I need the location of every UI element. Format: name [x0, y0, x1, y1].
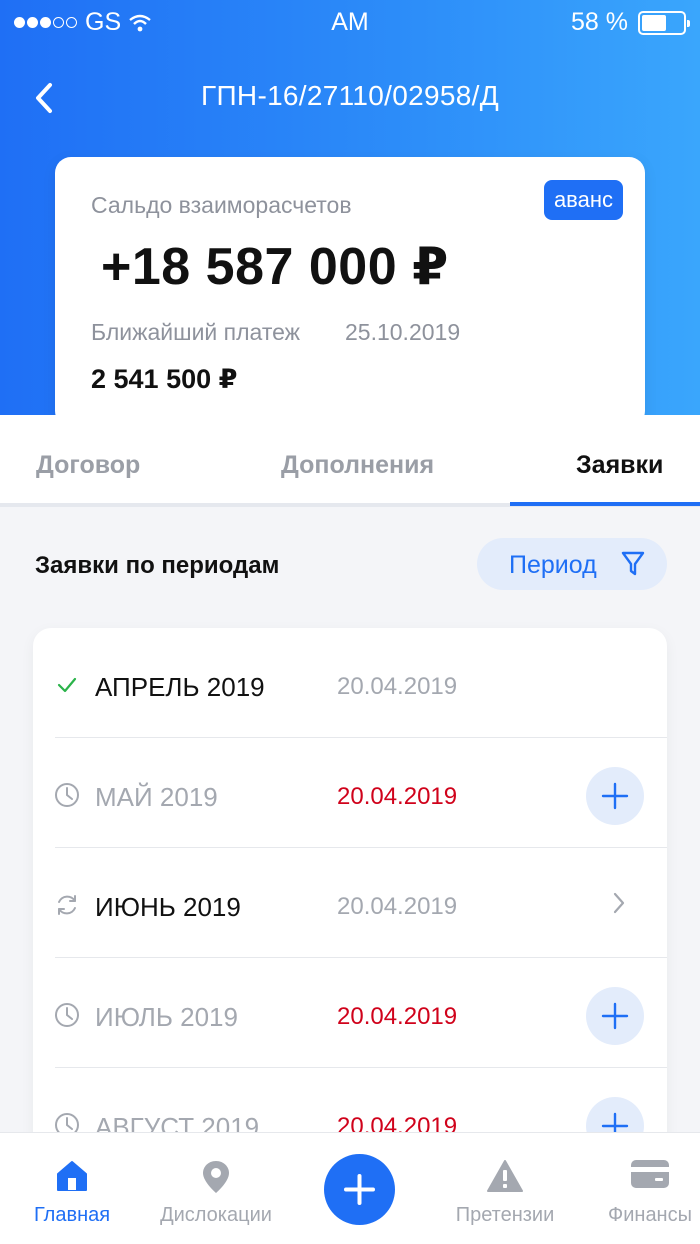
list-item: ИЮЛЬ 2019 20.04.2019: [33, 958, 667, 1068]
nav-label: Претензии: [455, 1204, 555, 1226]
period-name: МАЙ 2019: [95, 782, 218, 812]
balance-amount: +18 587 000 ₽: [101, 238, 449, 296]
refresh-icon: [58, 895, 76, 915]
card-icon: [631, 1160, 669, 1188]
balance-label: Сальдо взаиморасчетов: [91, 192, 352, 218]
chevron-right-icon: [613, 892, 625, 914]
next-payment-amount: 2 541 500 ₽: [91, 364, 238, 394]
nav-dislocations[interactable]: Дислокации: [146, 1133, 286, 1244]
tab-indicator: [510, 502, 700, 506]
add-request-button[interactable]: [586, 987, 644, 1045]
nav-finance[interactable]: Финансы: [580, 1133, 700, 1244]
period-filter-button[interactable]: Период: [477, 538, 667, 590]
tab-contract[interactable]: Договор: [36, 451, 140, 480]
period-name: ИЮНЬ 2019: [95, 892, 241, 922]
tab-requests[interactable]: Заявки: [576, 451, 663, 480]
plus-icon: [601, 1002, 629, 1030]
nav-label: Дислокации: [160, 1204, 272, 1226]
location-pin-icon: [203, 1161, 229, 1193]
nav-label: Главная: [33, 1204, 111, 1226]
nav-label: Финансы: [608, 1204, 692, 1226]
page-title: ГПН-16/27110/02958/Д: [201, 80, 499, 111]
list-item: АПРЕЛЬ 2019 20.04.2019: [33, 628, 667, 738]
period-date: 20.04.2019: [337, 893, 458, 920]
home-icon: [57, 1161, 87, 1191]
next-payment-label: Ближайший платеж: [91, 319, 301, 345]
periods-list: АПРЕЛЬ 2019 20.04.2019 МАЙ 2019 20.04.20…: [33, 628, 667, 1188]
period-date: 20.04.2019: [337, 673, 458, 700]
period-name: ИЮЛЬ 2019: [95, 1002, 238, 1032]
check-icon: [57, 677, 77, 693]
status-badge: аванс: [543, 180, 623, 220]
period-date: 20.04.2019: [337, 783, 458, 810]
battery-percent: 58 %: [571, 8, 628, 36]
section-title: Заявки по периодам: [35, 552, 280, 579]
list-item: МАЙ 2019 20.04.2019: [33, 738, 667, 848]
add-request-button[interactable]: [586, 767, 644, 825]
tab-bar-top: Договор Дополнения Заявки: [0, 415, 700, 507]
status-bar: GS AM 58 %: [0, 0, 700, 44]
nav-home[interactable]: Главная: [2, 1133, 142, 1244]
plus-icon: [344, 1174, 375, 1205]
list-item[interactable]: ИЮНЬ 2019 20.04.2019: [33, 848, 667, 958]
nav-claims[interactable]: Претензии: [435, 1133, 575, 1244]
bottom-navigation: Главная Дислокации Претензии Финансы: [0, 1132, 700, 1244]
clock-icon: [55, 1003, 79, 1027]
balance-card: Сальдо взаиморасчетов аванс +18 587 000 …: [55, 157, 645, 427]
period-name: АПРЕЛЬ 2019: [95, 672, 265, 702]
battery-icon: [638, 10, 690, 35]
tab-supplements[interactable]: Дополнения: [281, 451, 434, 480]
period-date: 20.04.2019: [337, 1003, 458, 1030]
next-payment-date: 25.10.2019: [345, 319, 461, 345]
plus-icon: [601, 782, 629, 810]
filter-icon: [621, 551, 645, 576]
period-filter-label: Период: [509, 551, 597, 579]
clock-icon: [55, 783, 79, 807]
add-fab-button[interactable]: [324, 1154, 395, 1225]
warning-icon: [487, 1160, 523, 1192]
